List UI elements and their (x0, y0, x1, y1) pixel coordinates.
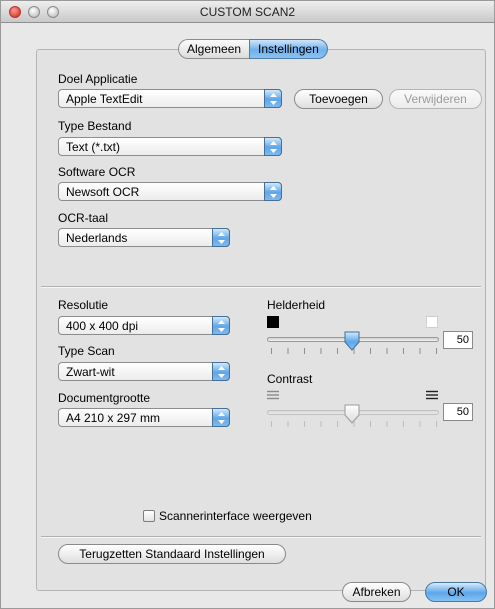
brightness-label: Helderheid (267, 298, 326, 312)
tab-instellingen[interactable]: Instellingen (249, 39, 328, 59)
document-size-popup[interactable]: A4 210 x 297 mm (58, 408, 230, 427)
ocr-software-label: Software OCR (58, 165, 136, 179)
contrast-label: Contrast (267, 372, 313, 386)
title-bar: CUSTOM SCAN2 (1, 1, 494, 23)
scan-type-value: Zwart-wit (66, 365, 115, 379)
target-app-value: Apple TextEdit (66, 92, 143, 106)
contrast-slider-thumb[interactable] (343, 404, 361, 424)
cancel-button[interactable]: Afbreken (342, 582, 411, 602)
add-button[interactable]: Toevoegen (294, 89, 383, 109)
ocr-software-popup[interactable]: Newsoft OCR (58, 182, 282, 201)
document-size-label: Documentgrootte (58, 391, 151, 405)
bottom-divider (41, 536, 481, 538)
file-type-popup[interactable]: Text (*.txt) (58, 137, 282, 156)
window-title: CUSTOM SCAN2 (199, 5, 296, 19)
ocr-language-popup[interactable]: Nederlands (58, 228, 230, 247)
section-divider (41, 286, 481, 288)
ocr-software-value: Newsoft OCR (66, 185, 140, 199)
popup-arrows-icon (264, 89, 282, 108)
custom-scan-dialog: CUSTOM SCAN2 Algemeen Instellingen Doel … (0, 0, 495, 609)
target-app-popup[interactable]: Apple TextEdit (58, 89, 282, 108)
popup-arrows-icon (264, 182, 282, 201)
popup-arrows-icon (212, 362, 230, 381)
scan-type-label: Type Scan (58, 344, 115, 358)
brightness-value-field[interactable]: 50 (443, 331, 473, 349)
document-size-value: A4 210 x 297 mm (66, 411, 161, 425)
popup-arrows-icon (212, 316, 230, 335)
reset-defaults-button[interactable]: Terugzetten Standaard Instellingen (58, 544, 286, 564)
brightness-slider-thumb[interactable] (343, 331, 361, 351)
scanner-interface-label[interactable]: Scannerinterface weergeven (159, 509, 312, 523)
high-contrast-icon (426, 390, 438, 400)
dark-brightness-icon (267, 316, 279, 328)
file-type-label: Type Bestand (58, 119, 132, 133)
popup-arrows-icon (264, 137, 282, 156)
target-app-label: Doel Applicatie (58, 72, 138, 86)
ocr-language-label: OCR-taal (58, 211, 109, 225)
popup-arrows-icon (212, 408, 230, 427)
tab-algemeen[interactable]: Algemeen (178, 39, 250, 59)
ok-button[interactable]: OK (425, 582, 487, 602)
light-brightness-icon (426, 316, 438, 328)
ocr-language-value: Nederlands (66, 231, 128, 245)
contrast-value-field[interactable]: 50 (443, 403, 473, 421)
resolution-popup[interactable]: 400 x 400 dpi (58, 316, 230, 335)
scan-type-popup[interactable]: Zwart-wit (58, 362, 230, 381)
remove-button[interactable]: Verwijderen (389, 89, 482, 109)
file-type-value: Text (*.txt) (66, 140, 121, 154)
popup-arrows-icon (212, 228, 230, 247)
tab-bar: Algemeen Instellingen (178, 39, 328, 59)
scanner-interface-checkbox[interactable] (143, 510, 155, 522)
resolution-value: 400 x 400 dpi (66, 319, 139, 333)
resolution-label: Resolutie (58, 298, 109, 312)
low-contrast-icon (267, 390, 279, 400)
